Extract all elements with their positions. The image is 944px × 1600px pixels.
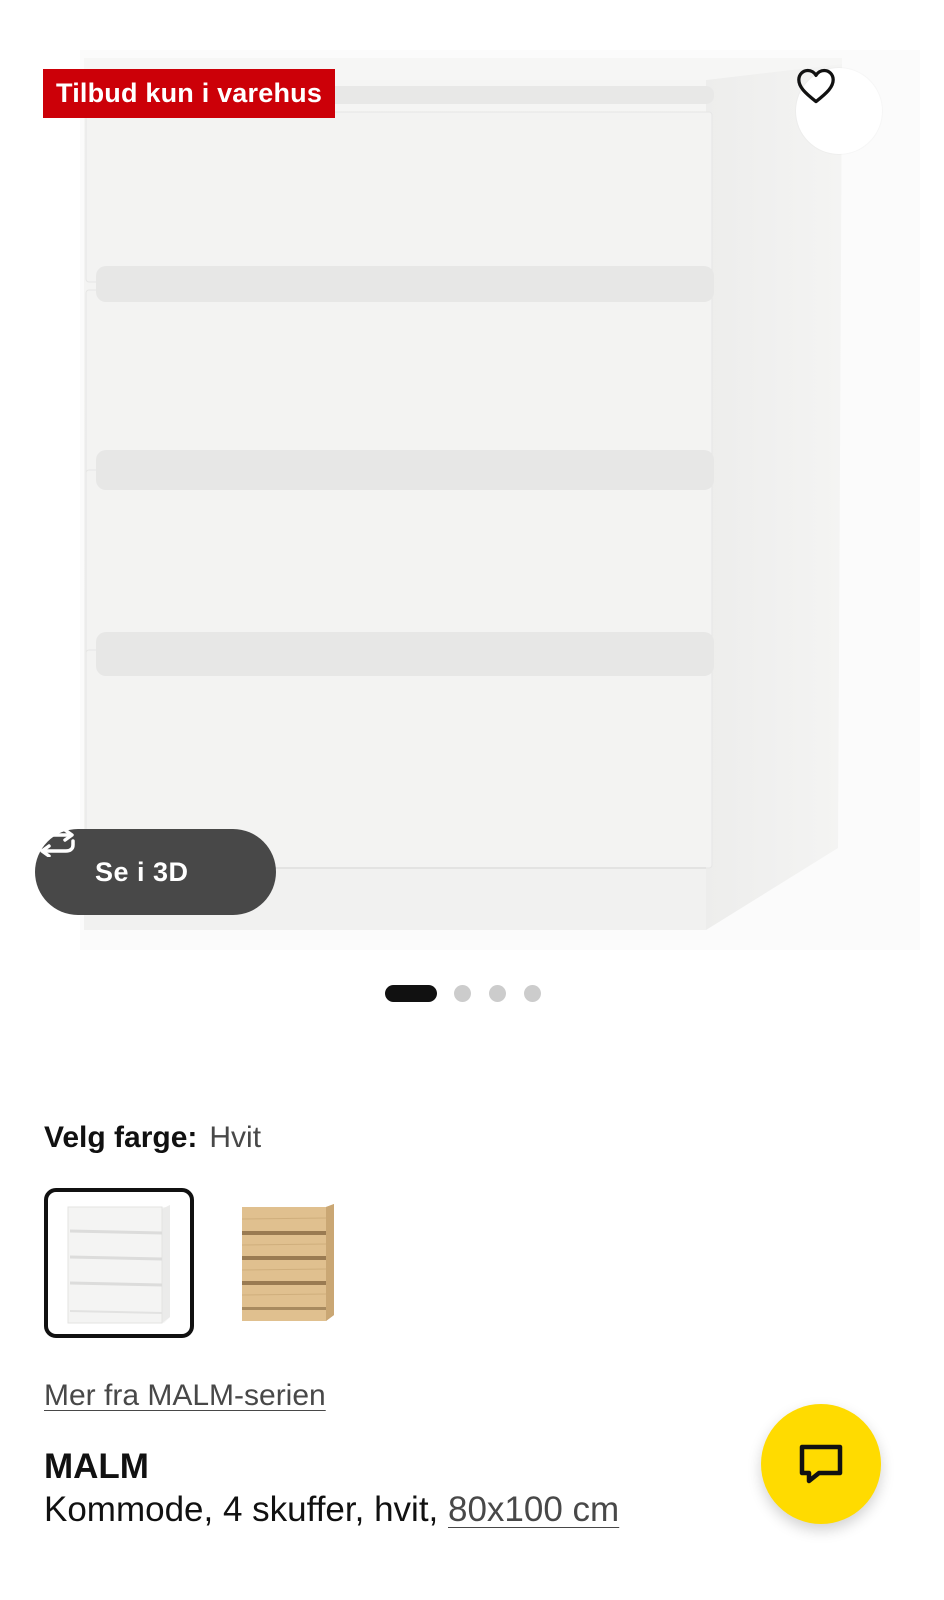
color-option-oak[interactable] (212, 1188, 362, 1338)
color-label: Velg farge: (44, 1121, 198, 1154)
view-3d-button[interactable]: Se i 3D (35, 829, 276, 915)
product-size-link[interactable]: 80x100 cm (448, 1490, 619, 1529)
rotate-3d-icon (39, 829, 75, 857)
offer-badge: Tilbud kun i varehus (43, 69, 336, 118)
view-3d-label: Se i 3D (95, 856, 189, 887)
product-page: Tilbud kun i varehus Se i 3D Velg farge:… (0, 0, 944, 1600)
series-link[interactable]: Mer fra MALM-serien (44, 1376, 326, 1416)
chat-bubble-icon (799, 1444, 843, 1484)
color-option-white[interactable] (44, 1188, 194, 1338)
dresser-illustration (80, 50, 920, 950)
chat-button[interactable] (761, 1404, 881, 1524)
carousel-indicator (385, 985, 559, 1002)
white-dresser-thumbnail (67, 1205, 170, 1324)
carousel-dot[interactable] (454, 985, 471, 1002)
product-description: Kommode, 4 skuffer, hvit, 80x100 cm (44, 1489, 619, 1531)
product-description-text: Kommode, 4 skuffer, hvit, (44, 1490, 448, 1529)
heart-outline-icon (797, 68, 835, 104)
carousel-dot-active[interactable] (385, 985, 437, 1002)
color-selector-heading: Velg farge: Hvit (44, 1118, 261, 1158)
product-name: MALM (44, 1447, 149, 1486)
carousel-dot[interactable] (524, 985, 541, 1002)
carousel-dot[interactable] (489, 985, 506, 1002)
product-image[interactable]: Tilbud kun i varehus Se i 3D (0, 0, 944, 960)
oak-dresser-thumbnail (241, 1204, 334, 1321)
favorite-button[interactable] (796, 68, 882, 154)
color-selected-value: Hvit (209, 1121, 262, 1154)
